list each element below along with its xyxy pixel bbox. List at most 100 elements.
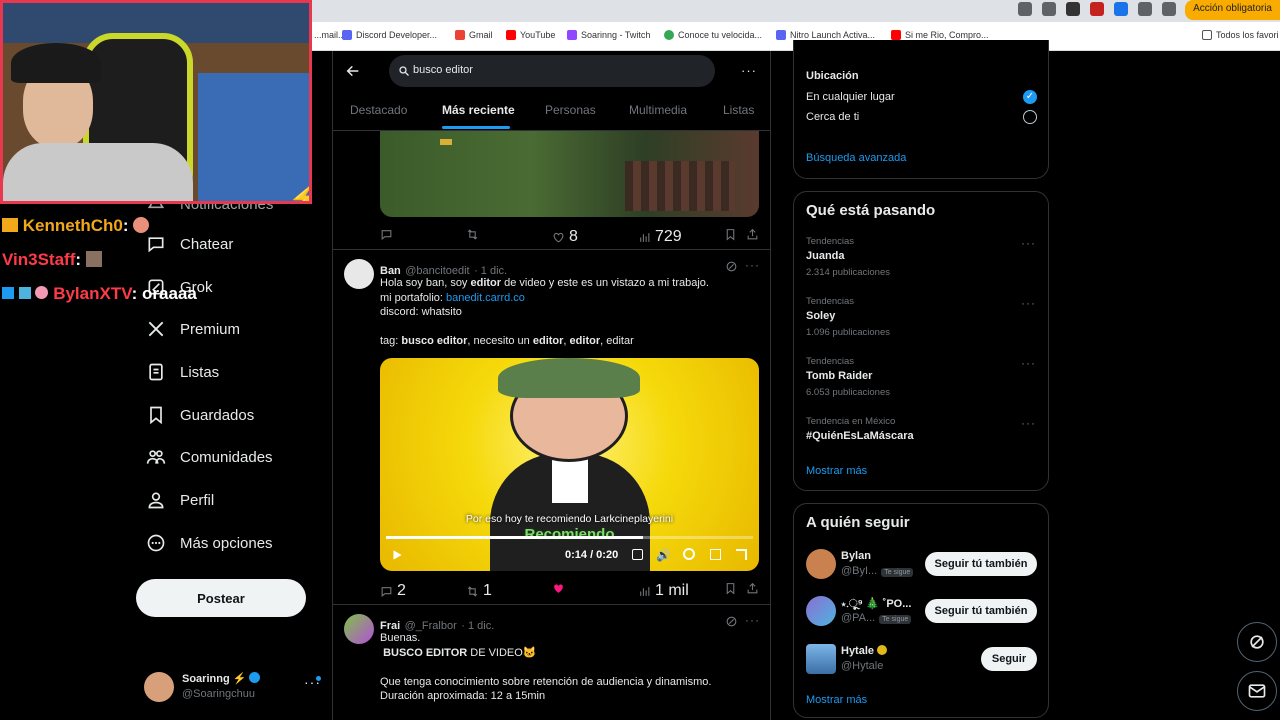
miniplayer-icon[interactable] (710, 549, 721, 560)
more-icon[interactable]: ··· (741, 63, 757, 78)
media-icon[interactable] (1162, 2, 1176, 16)
bookmark-item[interactable]: Nitro Launch Activa... (776, 30, 875, 40)
bookmark-item[interactable]: ...mail... (314, 30, 346, 40)
video-figure-hat (498, 358, 640, 398)
nav-chat[interactable]: Chatear (146, 234, 233, 254)
tweet[interactable]: Ban @bancitoedit · 1 dic. ··· Hola soy b… (333, 250, 770, 605)
grok-icon[interactable] (725, 260, 738, 273)
more-icon[interactable]: ··· (745, 613, 760, 627)
nav-communities[interactable]: Comunidades (146, 447, 273, 467)
more-circle-icon (147, 534, 165, 552)
nav-bookmarks[interactable]: Guardados (146, 405, 254, 425)
more-icon[interactable]: ··· (1021, 236, 1036, 250)
radio-icon[interactable] (1023, 110, 1037, 124)
portfolio-link[interactable]: banedit.carrd.co (446, 292, 525, 304)
follow-suggestion[interactable]: Hytale @Hytale Seguir (794, 641, 1048, 679)
checkmark-icon[interactable]: ✓ (1023, 90, 1037, 104)
verified-icon (249, 672, 261, 683)
tab-media[interactable]: Multimedia (629, 103, 687, 117)
reply-button[interactable] (380, 228, 393, 241)
nav-premium[interactable]: Premium (146, 319, 240, 339)
extension-icon[interactable] (1066, 2, 1080, 16)
tweet-text: Hola soy ban, soy editor de video y este… (380, 277, 709, 347)
avatar[interactable] (344, 259, 374, 289)
badge-icon (2, 287, 14, 299)
tab-people[interactable]: Personas (545, 103, 596, 117)
grok-float-button[interactable] (1237, 622, 1277, 662)
tab-featured[interactable]: Destacado (350, 103, 407, 117)
tab-latest[interactable]: Más reciente (442, 103, 515, 117)
bookmark-item[interactable]: Discord Developer... (342, 30, 437, 40)
badge-icon (35, 286, 49, 299)
back-arrow-icon[interactable] (345, 63, 361, 79)
play-icon[interactable] (390, 548, 404, 562)
show-more-link[interactable]: Mostrar más (806, 694, 867, 706)
extension-icon[interactable] (1090, 2, 1104, 16)
post-button[interactable]: Postear (136, 579, 306, 617)
reply-button[interactable]: 2 (380, 582, 406, 600)
tweet-text: Buenas. BUSCO EDITOR DE VIDEO🐱 Que tenga… (380, 632, 712, 702)
retweet-button[interactable]: 1 (466, 582, 492, 600)
avatar[interactable] (344, 614, 374, 644)
advanced-search-link[interactable]: Búsqueda avanzada (806, 152, 906, 164)
bookmark-item[interactable]: Gmail (455, 30, 493, 40)
chat-icon (148, 237, 164, 253)
settings-icon[interactable] (683, 548, 695, 560)
all-bookmarks[interactable]: Todos los favori (1202, 30, 1279, 40)
volume-icon[interactable]: 🔊 (656, 548, 671, 562)
more-icon[interactable]: ··· (1021, 356, 1036, 370)
video-progress-fill (386, 536, 643, 539)
search-input[interactable]: busco editor (389, 55, 715, 87)
views-button[interactable]: 1 mil (638, 582, 689, 600)
more-icon[interactable]: ··· (1021, 416, 1036, 430)
follow-suggestion[interactable]: Bylan @ByI... Te sigue Seguir tú también (794, 546, 1048, 584)
share-button[interactable] (746, 582, 759, 595)
grok-icon[interactable] (725, 615, 738, 628)
bookmark-item[interactable]: Conoce tu velocida... (664, 30, 762, 40)
retweet-button[interactable] (466, 228, 479, 241)
folder-icon (1202, 30, 1212, 40)
captions-icon[interactable] (632, 549, 643, 560)
more-icon[interactable]: ··· (1021, 296, 1036, 310)
install-icon[interactable] (1018, 2, 1032, 16)
like-button[interactable] (552, 582, 565, 595)
nav-more-options[interactable]: Más opciones (146, 533, 273, 553)
follows-you-badge: Te sigue (879, 615, 912, 624)
tweet-video[interactable]: Por eso hoy te recomiendo Larkcineplayer… (380, 358, 759, 571)
profile-name: Soarinng ⚡ (182, 672, 261, 685)
tweet-media-image[interactable] (380, 131, 759, 217)
more-icon[interactable]: ··· (745, 258, 760, 272)
like-button[interactable]: 8 (552, 228, 578, 246)
bookmark-item[interactable]: YouTube (506, 30, 555, 40)
bookmark-item[interactable]: Si me Rio, Compro... (891, 30, 989, 40)
fullscreen-icon[interactable] (736, 549, 747, 560)
avatar (806, 644, 836, 674)
follow-suggestion[interactable]: ⋆.ૂ⁹ 🎄 ˚PO... @PA... Te sigue Seguir tú t… (794, 593, 1048, 631)
follow-button[interactable]: Seguir (981, 647, 1037, 671)
puzzle-icon[interactable] (1138, 2, 1152, 16)
filter-option[interactable]: En cualquier lugar (806, 91, 895, 103)
views-button[interactable]: 729 (638, 228, 682, 246)
filter-option[interactable]: Cerca de ti (806, 111, 859, 123)
show-more-link[interactable]: Mostrar más (806, 465, 867, 477)
bookmark-item[interactable]: Soarinng - Twitch (567, 30, 650, 40)
avatar (806, 596, 836, 626)
follow-button[interactable]: Seguir tú también (925, 599, 1037, 623)
messages-float-button[interactable] (1237, 671, 1277, 711)
account-switcher[interactable]: Soarinng ⚡ @Soaringchuu ··· (144, 670, 324, 706)
youtube-icon (506, 30, 516, 40)
tweet[interactable]: 8 729 (333, 131, 770, 250)
nav-lists[interactable]: Listas (146, 362, 219, 382)
extension-icon[interactable] (1114, 2, 1128, 16)
bookmark-button[interactable] (724, 582, 737, 595)
action-required-button[interactable]: Acción obligatoria (1185, 0, 1280, 20)
tweet[interactable]: Frai @_Fralbor · 1 dic. ··· Buenas. BUSC… (333, 605, 770, 720)
crown-badge-icon (2, 218, 18, 232)
bookmark-button[interactable] (724, 228, 737, 241)
tab-lists[interactable]: Listas (723, 103, 754, 117)
video-progress[interactable] (386, 536, 753, 539)
follow-button[interactable]: Seguir tú también (925, 552, 1037, 576)
nav-profile[interactable]: Perfil (146, 490, 214, 510)
share-button[interactable] (746, 228, 759, 241)
star-icon[interactable] (1042, 2, 1056, 16)
